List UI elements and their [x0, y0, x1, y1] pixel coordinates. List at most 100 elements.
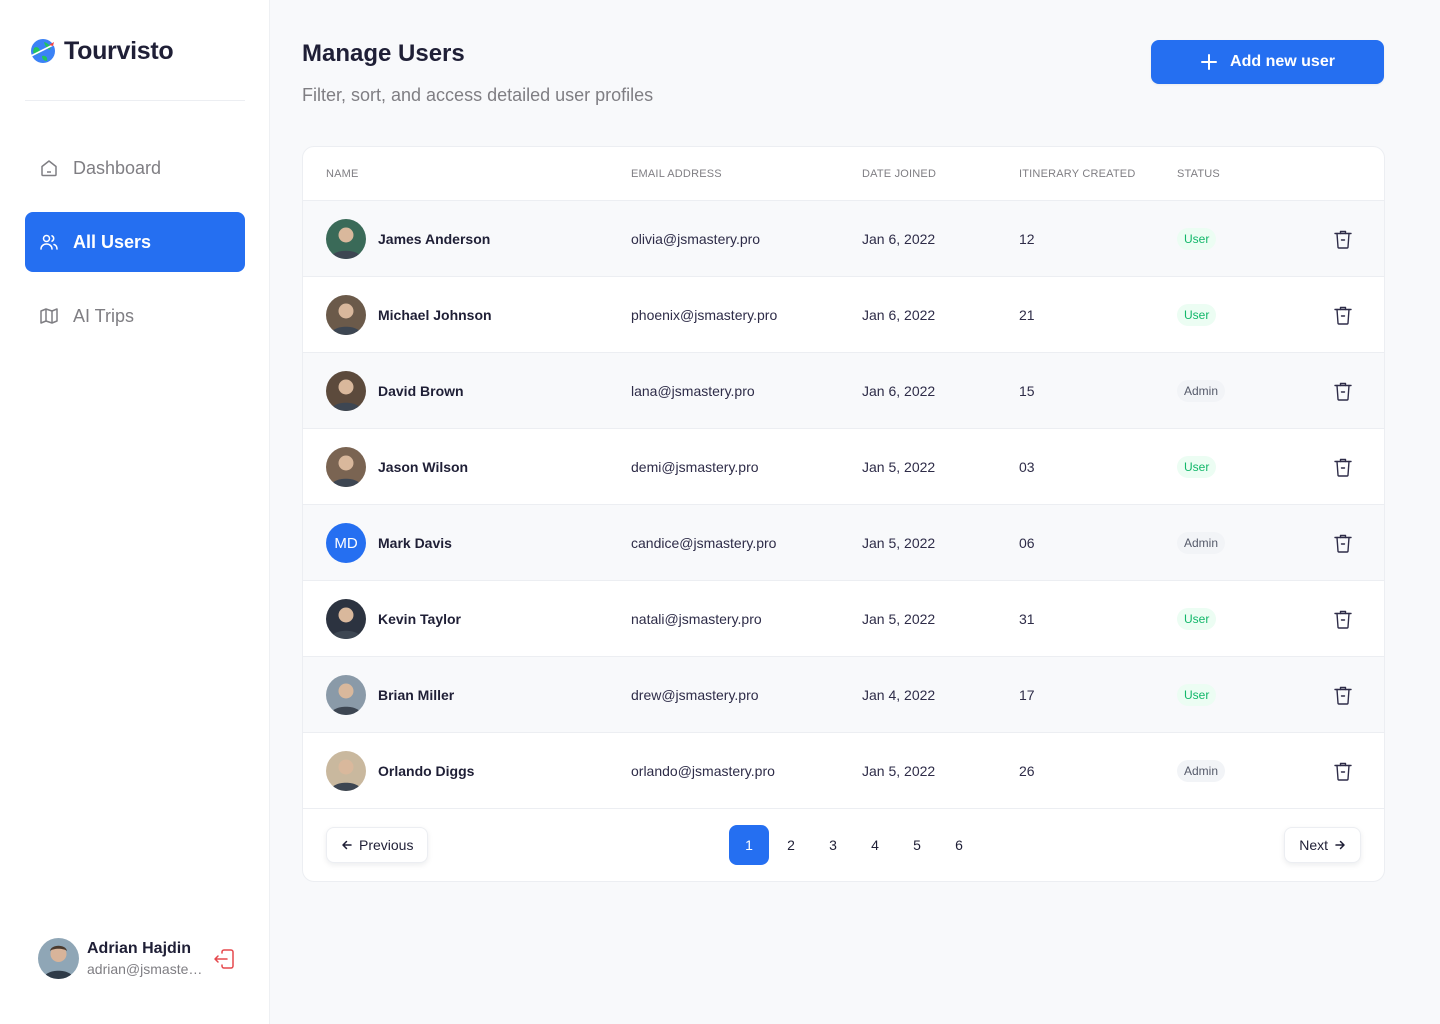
user-email: orlando@jsmastery.pro	[631, 763, 775, 779]
user-name: David Brown	[378, 383, 464, 399]
avatar-initials: MD	[334, 534, 358, 552]
add-new-user-button[interactable]: Add new user	[1151, 40, 1384, 84]
next-page-button[interactable]: Next	[1284, 827, 1361, 863]
page-6-button[interactable]: 6	[939, 825, 979, 865]
itinerary-count: 15	[1019, 383, 1035, 399]
user-email: drew@jsmastery.pro	[631, 687, 759, 703]
date-joined: Jan 6, 2022	[862, 383, 936, 399]
itinerary-count: 17	[1019, 687, 1035, 703]
table-row[interactable]: David Brown lana@jsmastery.pro Jan 6, 2022…	[303, 353, 1384, 429]
sidebar-item-all-users[interactable]: All Users	[25, 212, 245, 272]
previous-page-button[interactable]: Previous	[326, 827, 429, 863]
add-new-user-label: Add new user	[1230, 53, 1335, 70]
avatar[interactable]	[38, 938, 79, 979]
user-name-cell: Michael Johnson	[326, 295, 492, 335]
user-name-cell: James Anderson	[326, 219, 490, 259]
user-email: demi@jsmastery.pro	[631, 459, 759, 475]
sidebar-item-ai-trips[interactable]: AI Trips	[25, 286, 245, 346]
user-name-cell: Kevin Taylor	[326, 599, 461, 639]
table-row[interactable]: Kevin Taylor natali@jsmastery.pro Jan 5, 2…	[303, 581, 1384, 657]
page-subtitle: Filter, sort, and access detailed user p…	[302, 85, 654, 105]
table-header: NAME EMAIL ADDRESS DATE JOINED ITINERARY…	[303, 147, 1384, 201]
avatar	[326, 371, 366, 411]
user-email: lana@jsmastery.pro	[631, 383, 755, 399]
user-email: phoenix@jsmastery.pro	[631, 307, 778, 323]
map-icon	[40, 308, 58, 324]
status-badge: User	[1177, 304, 1217, 326]
users-table: NAME EMAIL ADDRESS DATE JOINED ITINERARY…	[302, 146, 1385, 882]
sidebar-item-label: Dashboard	[73, 157, 162, 178]
sidebar-item-dashboard[interactable]: Dashboard	[25, 138, 245, 198]
page-title: Manage Users	[302, 40, 465, 67]
page-1-button[interactable]: 1	[729, 825, 769, 865]
previous-label: Previous	[359, 837, 414, 853]
column-header-email[interactable]: EMAIL ADDRESS	[631, 168, 722, 180]
page-3-button[interactable]: 3	[813, 825, 853, 865]
table-row[interactable]: MD Mark Davis candice@jsmastery.pro Jan 5, …	[303, 505, 1384, 581]
table-row[interactable]: Jason Wilson demi@jsmastery.pro Jan 5, 202…	[303, 429, 1384, 505]
delete-icon[interactable]	[1332, 228, 1354, 250]
table-row[interactable]: James Anderson olivia@jsmastery.pro Jan 6,…	[303, 201, 1384, 277]
brand[interactable]: Tourvisto	[28, 36, 174, 66]
page-numbers: 123456	[729, 825, 981, 865]
user-name-cell: Orlando Diggs	[326, 751, 474, 791]
avatar	[326, 599, 366, 639]
date-joined: Jan 4, 2022	[862, 687, 936, 703]
delete-icon[interactable]	[1332, 380, 1354, 402]
column-header-status[interactable]: STATUS	[1177, 168, 1220, 180]
user-name: Michael Johnson	[378, 307, 492, 323]
user-name-cell: MD Mark Davis	[326, 523, 452, 563]
column-header-date-joined[interactable]: DATE JOINED	[862, 168, 936, 180]
status-badge: Admin	[1177, 760, 1226, 782]
date-joined: Jan 5, 2022	[862, 535, 936, 551]
pagination: Previous 123456 Next	[303, 809, 1384, 881]
user-name-cell: Jason Wilson	[326, 447, 468, 487]
delete-icon[interactable]	[1332, 684, 1354, 706]
date-joined: Jan 5, 2022	[862, 611, 936, 627]
sidebar-nav: Dashboard All Users AI Trips	[25, 138, 245, 360]
sidebar-item-label: AI Trips	[73, 305, 135, 326]
plus-icon	[1201, 54, 1218, 70]
date-joined: Jan 5, 2022	[862, 763, 936, 779]
arrow-left-icon	[342, 840, 352, 850]
user-name-cell: Brian Miller	[326, 675, 454, 715]
date-joined: Jan 5, 2022	[862, 459, 936, 475]
table-row[interactable]: Orlando Diggs orlando@jsmastery.pro Jan 5,…	[303, 733, 1384, 809]
user-name: Orlando Diggs	[378, 763, 475, 779]
delete-icon[interactable]	[1332, 760, 1354, 782]
home-icon	[41, 160, 57, 177]
status-badge: User	[1177, 608, 1217, 630]
itinerary-count: 03	[1019, 459, 1035, 475]
delete-icon[interactable]	[1332, 532, 1354, 554]
table-row[interactable]: Brian Miller drew@jsmastery.pro Jan 4, 202…	[303, 657, 1384, 733]
users-icon	[40, 234, 58, 250]
next-label: Next	[1299, 837, 1328, 853]
itinerary-count: 06	[1019, 535, 1035, 551]
brand-name: Tourvisto	[64, 36, 174, 65]
page-2-button[interactable]: 2	[771, 825, 811, 865]
globe-logo-icon	[30, 39, 56, 63]
user-name: James Anderson	[378, 231, 491, 247]
sidebar-item-label: All Users	[73, 231, 152, 252]
avatar	[326, 675, 366, 715]
page-4-button[interactable]: 4	[855, 825, 895, 865]
user-name: Brian Miller	[378, 687, 455, 703]
column-header-itinerary[interactable]: ITINERARY CREATED	[1019, 168, 1135, 180]
delete-icon[interactable]	[1332, 456, 1354, 478]
status-badge: User	[1177, 684, 1217, 706]
delete-icon[interactable]	[1332, 608, 1354, 630]
avatar	[326, 447, 366, 487]
itinerary-count: 21	[1019, 307, 1035, 323]
delete-icon[interactable]	[1332, 304, 1354, 326]
column-header-name[interactable]: NAME	[326, 168, 359, 180]
user-name-cell: David Brown	[326, 371, 464, 411]
table-row[interactable]: Michael Johnson phoenix@jsmastery.pro Jan …	[303, 277, 1384, 353]
user-name: Jason Wilson	[378, 459, 469, 475]
avatar	[326, 751, 366, 791]
page-5-button[interactable]: 5	[897, 825, 937, 865]
logout-icon[interactable]	[213, 947, 237, 971]
avatar	[326, 219, 366, 259]
user-profile: Adrian Hajdin adrian@jsmastery.pro	[38, 938, 238, 979]
status-badge: User	[1177, 456, 1217, 478]
arrow-right-icon	[1335, 840, 1345, 850]
